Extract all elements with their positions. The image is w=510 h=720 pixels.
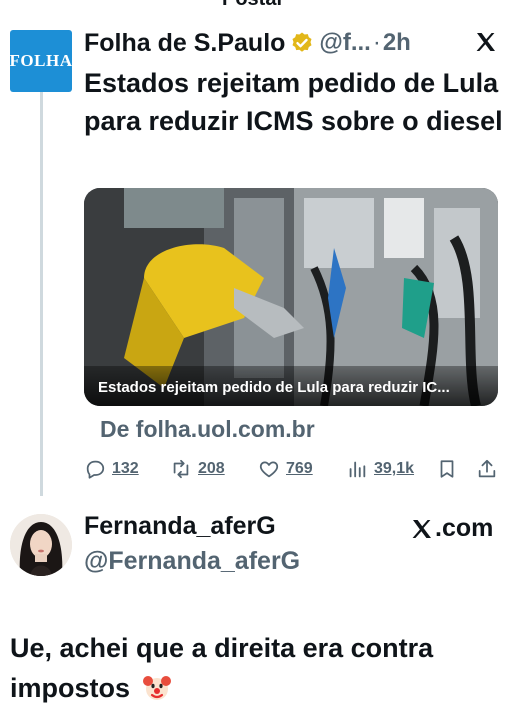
- profile-photo: [10, 514, 72, 576]
- post-text-content: Ue, achei que a direita era contra impos…: [10, 633, 434, 703]
- cropped-top-label: Postar: [0, 0, 510, 10]
- cropped-top-text: Postar: [222, 0, 284, 11]
- author-display-name[interactable]: Folha de S.Paulo: [84, 29, 285, 58]
- link-source[interactable]: De folha.uol.com.br: [100, 416, 315, 443]
- reply-count: 132: [112, 460, 139, 477]
- verified-badge-icon: [292, 32, 312, 52]
- post-text: Ue, achei que a direita era contra impos…: [10, 628, 506, 708]
- repost-button[interactable]: 208: [170, 458, 225, 480]
- like-button[interactable]: 769: [258, 458, 313, 480]
- folha-avatar-text: FOLHA: [9, 51, 73, 70]
- repost-icon: [173, 459, 189, 479]
- x-com-label: .com: [435, 514, 494, 542]
- reply-button[interactable]: 132: [84, 458, 139, 480]
- repost-count: 208: [198, 460, 225, 477]
- x-logo-icon: [412, 519, 431, 538]
- clown-face-emoji-icon: [142, 676, 171, 700]
- reply-icon: [86, 460, 105, 479]
- share-icon: [478, 459, 496, 478]
- tweet-header: Folha de S.Paulo @f... · 2h: [84, 28, 411, 58]
- header-separator: ·: [372, 29, 381, 56]
- x-com-watermark: .com: [410, 514, 493, 543]
- x-logo-icon: [476, 33, 495, 51]
- tweet-timestamp[interactable]: 2h: [383, 29, 411, 57]
- like-count: 769: [286, 460, 313, 477]
- media-caption: Estados rejeitam pedido de Lula para red…: [98, 379, 450, 396]
- views-button[interactable]: 39,1k: [346, 458, 414, 480]
- tweet-actions-bar: 132 208 769 39,1k: [84, 458, 500, 486]
- folha-avatar[interactable]: FOLHA: [10, 30, 72, 92]
- bookmark-icon: [440, 460, 454, 478]
- views-count: 39,1k: [374, 460, 415, 477]
- author-handle[interactable]: @f...: [319, 29, 370, 57]
- bookmark-button[interactable]: [436, 458, 458, 480]
- link-preview-card[interactable]: Estados rejeitam pedido de Lula para red…: [84, 188, 498, 406]
- views-icon: [349, 461, 366, 478]
- quote-author-handle[interactable]: @Fernanda_aferG: [84, 547, 300, 576]
- thread-connector-line: [40, 92, 43, 496]
- tweet-text: Estados rejeitam pedido de Lula para red…: [84, 68, 503, 136]
- quote-author-name[interactable]: Fernanda_aferG: [84, 512, 276, 541]
- share-button[interactable]: [476, 458, 498, 480]
- heart-icon: [259, 461, 279, 478]
- fernanda-avatar[interactable]: [10, 514, 72, 576]
